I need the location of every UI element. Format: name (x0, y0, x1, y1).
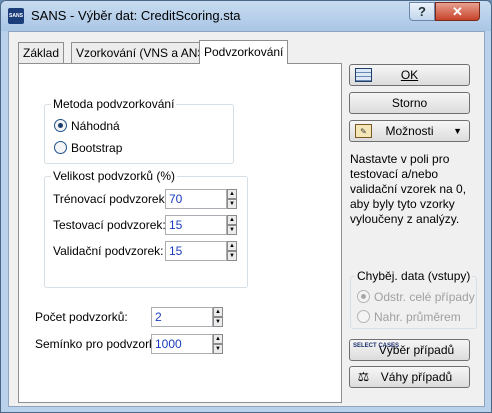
weight-icon: ⚖ (357, 369, 370, 384)
options-tools-icon: ✎ (355, 124, 372, 138)
validation-spinner: ▲ ▼ (165, 241, 237, 261)
seed-input[interactable] (151, 334, 213, 354)
dialog-window: SANS SANS - Výběr dat: CreditScoring.sta… (0, 0, 492, 413)
train-down-arrow-icon[interactable]: ▼ (227, 199, 237, 209)
sans-app-icon: SANS (8, 8, 24, 24)
test-up-arrow-icon[interactable]: ▲ (227, 215, 237, 225)
info-text: Nastavte v poli pro testovací a/nebo val… (350, 152, 467, 226)
options-button[interactable]: ✎ Možnosti ▼ (349, 120, 470, 142)
tab-vzorkovani[interactable]: Vzorkování (VNS a ANS) (71, 42, 215, 63)
options-button-label: Možnosti (385, 124, 434, 138)
radio-bootstrap-label: Bootstrap (71, 140, 123, 155)
seed-spinner: ▲ ▼ (151, 334, 223, 354)
train-input[interactable] (165, 189, 227, 209)
select-cases-button[interactable]: SELECT CASES Výběr případů (349, 339, 470, 361)
tab-zaklad[interactable]: Základ (18, 42, 65, 63)
options-dropdown-arrow-icon: ▼ (453, 126, 462, 136)
radio-bootstrap-indicator[interactable] (54, 141, 67, 155)
validation-down-arrow-icon[interactable]: ▼ (227, 251, 237, 261)
seed-label: Semínko pro podvzork.: (35, 337, 162, 351)
test-input[interactable] (165, 215, 227, 235)
seed-up-arrow-icon[interactable]: ▲ (213, 334, 223, 344)
count-label: Počet podvzorků: (35, 310, 128, 324)
window-title: SANS - Výběr dat: CreditScoring.sta (31, 8, 241, 23)
ok-button-label: OK (400, 68, 419, 82)
radio-bootstrap[interactable]: Bootstrap (54, 140, 122, 156)
radio-remove-cases-indicator[interactable] (357, 290, 370, 304)
seed-down-arrow-icon[interactable]: ▼ (213, 344, 223, 354)
missing-data-title: Chyběj. data (vstupy) (355, 269, 473, 283)
method-group-title: Metoda podvzorkování (51, 97, 177, 111)
select-cases-icon: SELECT CASES (353, 343, 400, 349)
test-label: Testovací podvzorek: (53, 218, 166, 232)
close-button[interactable]: ✕ (435, 2, 480, 21)
radio-random-indicator[interactable] (54, 119, 67, 133)
cancel-button-label: Storno (391, 96, 428, 110)
ok-button[interactable]: OK (349, 64, 470, 86)
case-weights-label: Váhy případů (380, 370, 453, 384)
validation-input[interactable] (165, 241, 227, 261)
train-up-arrow-icon[interactable]: ▲ (227, 189, 237, 199)
validation-up-arrow-icon[interactable]: ▲ (227, 241, 237, 251)
radio-remove-cases-label: Odstr. celé případy (374, 289, 475, 304)
tab-panel-podvzorkovani: Metoda podvzorkování Náhodná Bootstrap V… (18, 63, 342, 403)
ok-dialog-icon (355, 68, 372, 82)
dialog-client-area: Základ Vzorkování (VNS a ANS) Podvzorkov… (8, 31, 485, 407)
case-weights-button[interactable]: ⚖ Váhy případů (349, 366, 470, 388)
train-label: Trénovací podvzorek: (53, 192, 168, 206)
count-input[interactable] (151, 307, 213, 327)
help-button[interactable]: ? (409, 2, 435, 21)
method-groupbox: Metoda podvzorkování Náhodná Bootstrap (44, 97, 234, 164)
radio-mean-substitute-label: Nahr. průměrem (374, 309, 461, 324)
count-spinner: ▲ ▼ (151, 307, 223, 327)
validation-label: Validační podvzorek: (53, 244, 164, 258)
count-up-arrow-icon[interactable]: ▲ (213, 307, 223, 317)
test-spinner: ▲ ▼ (165, 215, 237, 235)
cancel-button[interactable]: Storno (349, 92, 470, 114)
radio-mean-substitute[interactable]: Nahr. průměrem (357, 309, 461, 325)
train-spinner: ▲ ▼ (165, 189, 237, 209)
tab-podvzorkovani[interactable]: Podvzorkování (199, 40, 289, 64)
title-bar[interactable]: SANS SANS - Výběr dat: CreditScoring.sta… (1, 1, 491, 31)
radio-remove-cases[interactable]: Odstr. celé případy (357, 289, 475, 305)
size-groupbox: Velikost podvzorků (%) Trénovací podvzor… (44, 169, 248, 288)
size-group-title: Velikost podvzorků (%) (51, 169, 178, 183)
radio-random-label: Náhodná (71, 118, 120, 133)
count-down-arrow-icon[interactable]: ▼ (213, 317, 223, 327)
radio-mean-substitute-indicator[interactable] (357, 310, 370, 324)
missing-data-groupbox: Chyběj. data (vstupy) Odstr. celé případ… (350, 269, 477, 329)
radio-random[interactable]: Náhodná (54, 118, 120, 134)
test-down-arrow-icon[interactable]: ▼ (227, 225, 237, 235)
